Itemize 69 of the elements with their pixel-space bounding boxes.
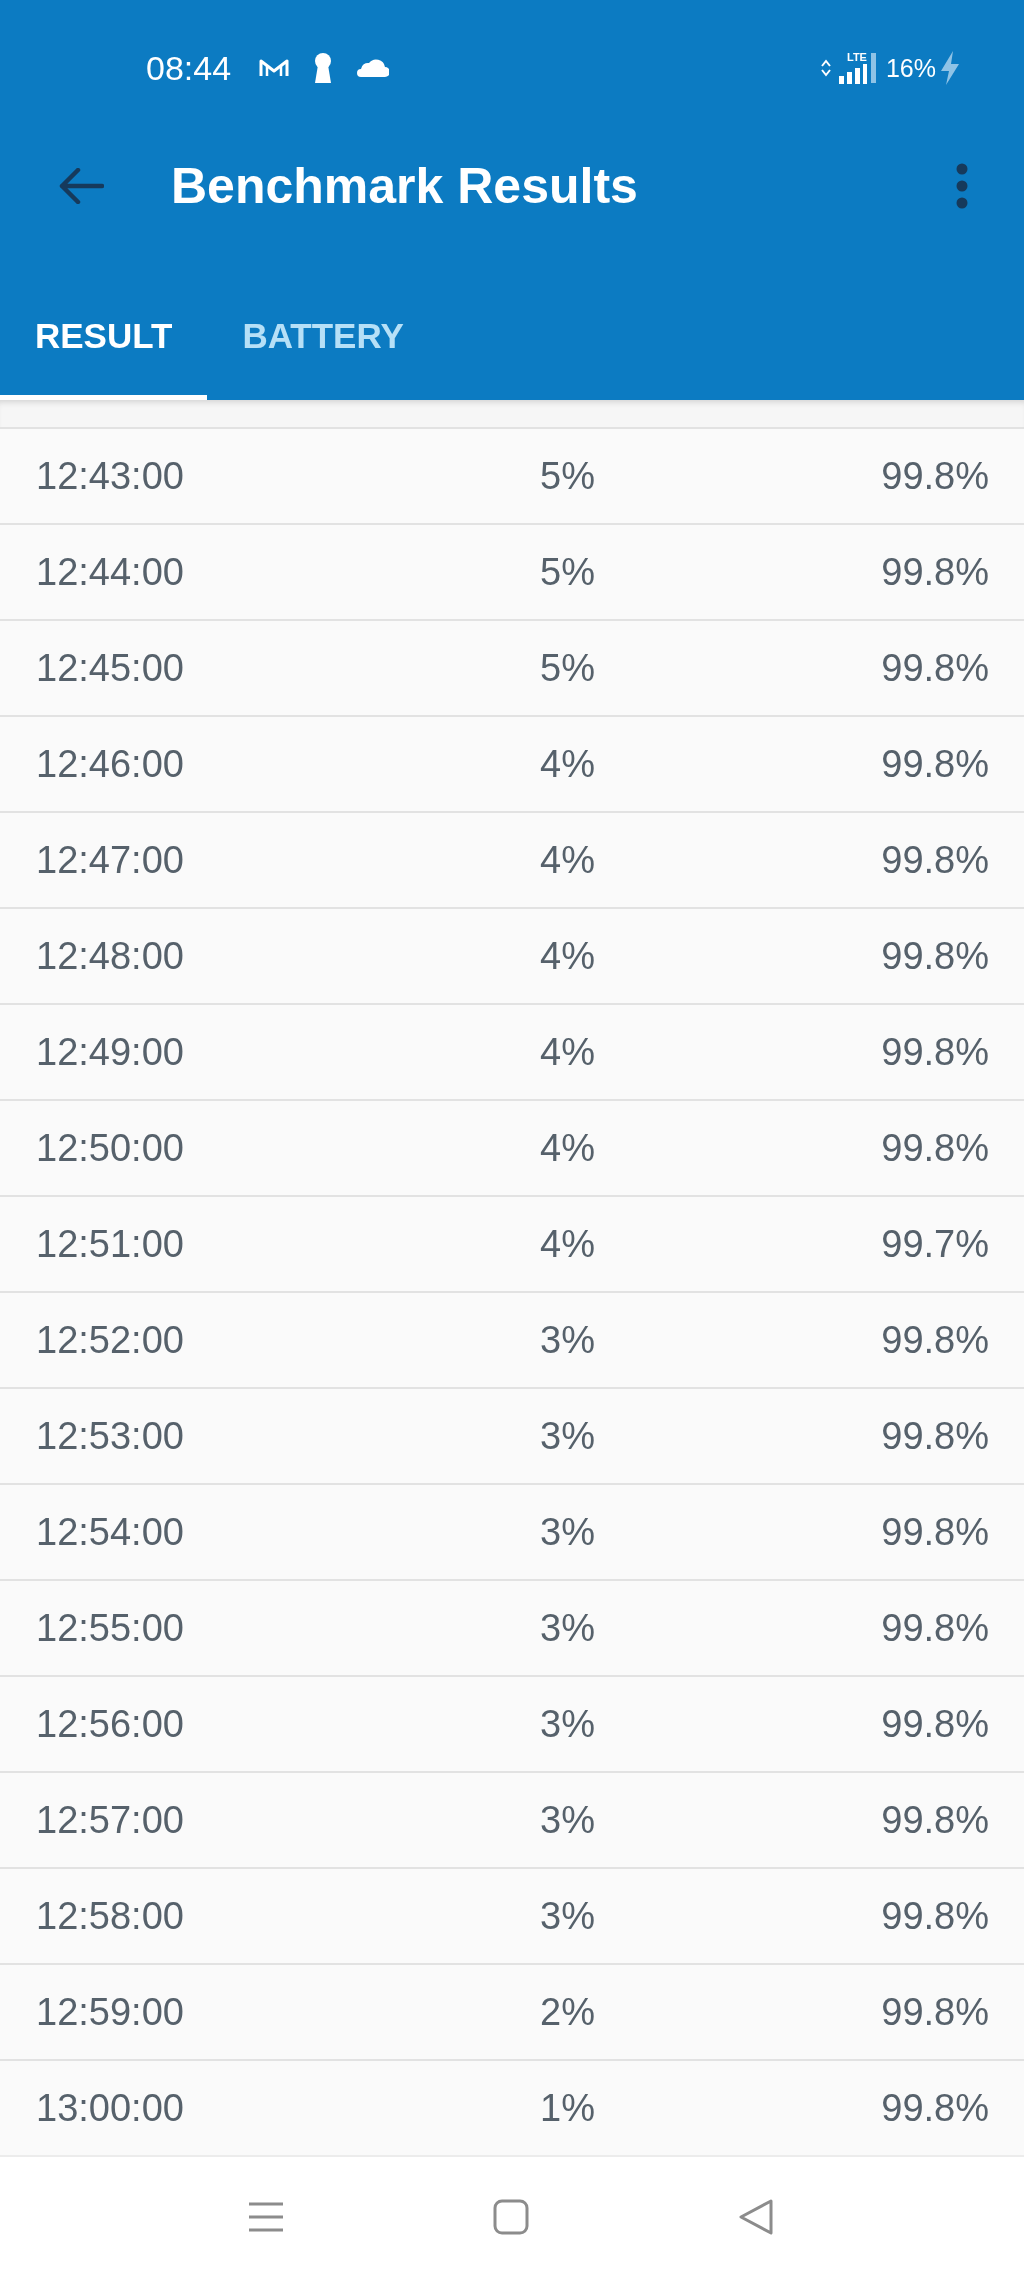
table-cell: 99.8%	[881, 1801, 989, 1839]
table-cell: 4%	[540, 841, 595, 879]
square-icon	[493, 2198, 529, 2235]
table-cell: 3%	[540, 1513, 595, 1551]
table-cell: 99.8%	[881, 457, 989, 495]
back-arrow-icon	[58, 168, 104, 204]
table-cell: 2%	[540, 1993, 595, 2031]
table-cell: 4%	[540, 1129, 595, 1167]
table-cell: 99.8%	[881, 937, 989, 975]
keyhole-icon	[314, 53, 333, 83]
table-cell: 12:56:00	[36, 1705, 184, 1743]
charging-bolt-icon	[940, 51, 960, 85]
table-cell: 12:49:00	[36, 1033, 184, 1071]
table-cell: 12:53:00	[36, 1417, 184, 1455]
table-cell: 99.8%	[881, 1705, 989, 1743]
table-cell: 12:59:00	[36, 1993, 184, 2031]
tab[interactable]: BATTERY	[207, 275, 439, 400]
table-cell: 99.8%	[881, 1321, 989, 1359]
table-cell: 99.8%	[881, 841, 989, 879]
data-arrows-icon	[820, 59, 831, 77]
table-cell: 12:57:00	[36, 1801, 184, 1839]
signal-bar-icon	[870, 53, 876, 83]
table-cell: 4%	[540, 1033, 595, 1071]
table-cell: 12:47:00	[36, 841, 184, 879]
table-cell: 12:43:00	[36, 457, 184, 495]
table-cell: 3%	[540, 1897, 595, 1935]
table-cell: 12:58:00	[36, 1897, 184, 1935]
table-cell: 99.8%	[881, 1513, 989, 1551]
status-time: 08:44	[146, 51, 232, 85]
table-cell: 99.8%	[881, 1129, 989, 1167]
table-cell: 3%	[540, 1801, 595, 1839]
table-cell: 99.8%	[881, 553, 989, 591]
table-cell: 99.8%	[881, 1609, 989, 1647]
table-cell: 5%	[540, 553, 595, 591]
table-cell: 5%	[540, 649, 595, 687]
table-cell: 99.8%	[881, 1417, 989, 1455]
table-cell: 4%	[540, 745, 595, 783]
table-cell: 12:46:00	[36, 745, 184, 783]
table-cell: 99.8%	[881, 1993, 989, 2031]
table-cell: 12:55:00	[36, 1609, 184, 1647]
table-cell: 3%	[540, 1609, 595, 1647]
back-triangle-icon	[738, 2197, 774, 2236]
table-cell: 12:45:00	[36, 649, 184, 687]
table-cell: 5%	[540, 457, 595, 495]
table-cell: 12:52:00	[36, 1321, 184, 1359]
cloud-icon	[357, 59, 390, 77]
mail-icon	[259, 58, 290, 78]
table-cell: 3%	[540, 1705, 595, 1743]
table-cell: 99.8%	[881, 745, 989, 783]
table-cell: 1%	[540, 2089, 595, 2127]
table-cell: 12:51:00	[36, 1225, 184, 1263]
table-cell: 4%	[540, 1225, 595, 1263]
screen-title: Benchmark Results	[171, 161, 638, 211]
table-cell: 3%	[540, 1321, 595, 1359]
table-cell: 3%	[540, 1417, 595, 1455]
table-cell: 99.8%	[881, 1897, 989, 1935]
table-cell: 99.8%	[881, 2089, 989, 2127]
table-cell: 12:50:00	[36, 1129, 184, 1167]
table-cell: 4%	[540, 937, 595, 975]
more-options-icon	[956, 163, 968, 209]
menu-icon	[248, 2200, 284, 2233]
table-cell: 13:00:00	[36, 2089, 184, 2127]
table-cell: 12:48:00	[36, 937, 184, 975]
table-cell: 12:54:00	[36, 1513, 184, 1551]
table-cell: 99.8%	[881, 1033, 989, 1071]
table-cell: 12:44:00	[36, 553, 184, 591]
battery-percent: 16%	[885, 55, 936, 81]
table-cell: 99.8%	[881, 649, 989, 687]
table-cell: 99.7%	[881, 1225, 989, 1263]
